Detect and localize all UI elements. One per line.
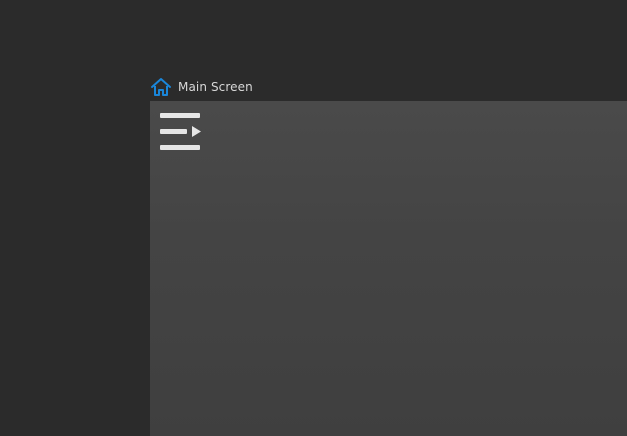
home-icon[interactable]	[150, 77, 172, 97]
playlist-menu-button[interactable]	[159, 112, 203, 152]
breadcrumb-label[interactable]: Main Screen	[178, 76, 253, 98]
playlist-menu-icon	[160, 113, 201, 150]
breadcrumb: Main Screen	[150, 76, 253, 98]
app-screen: Main Screen	[0, 0, 627, 436]
main-content-panel	[150, 101, 627, 436]
